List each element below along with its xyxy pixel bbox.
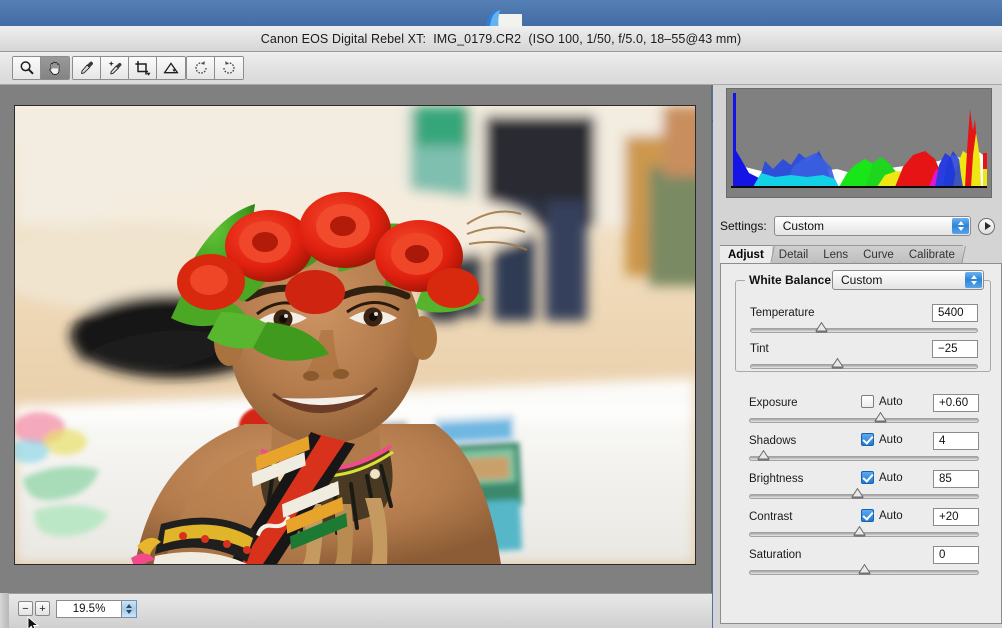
tab-calibrate-label: Calibrate bbox=[908, 248, 955, 261]
contrast-auto-checkbox-item[interactable]: Auto bbox=[861, 509, 903, 522]
apply-settings-button[interactable] bbox=[978, 217, 995, 235]
white-balance-dropdown[interactable]: Custom bbox=[832, 270, 984, 290]
tint-label: Tint bbox=[750, 343, 769, 355]
histogram-plot bbox=[727, 89, 991, 197]
window-titlebar: Canon EOS Digital Rebel XT: IMG_0179.CR2… bbox=[0, 26, 1002, 52]
chevron-updown-icon[interactable] bbox=[952, 218, 970, 234]
temperature-value[interactable]: 5400 bbox=[932, 304, 978, 322]
histogram bbox=[726, 88, 992, 198]
exposure-value[interactable]: +0.60 bbox=[933, 394, 979, 412]
saturation-label: Saturation bbox=[749, 549, 802, 561]
hand-icon bbox=[49, 61, 60, 75]
contrast-auto-label: Auto bbox=[879, 509, 903, 522]
tab-calibrate[interactable]: Calibrate bbox=[900, 245, 963, 263]
exposure-auto-checkbox[interactable] bbox=[861, 395, 874, 408]
tab-adjust-label: Adjust bbox=[728, 248, 764, 261]
tab-lens-label: Lens bbox=[823, 248, 849, 261]
tint-value[interactable]: −25 bbox=[932, 340, 978, 358]
settings-label: Settings: bbox=[720, 219, 767, 233]
exposure-track[interactable] bbox=[749, 418, 979, 423]
settings-dropdown[interactable]: Custom bbox=[773, 216, 972, 236]
chevron-updown-icon[interactable] bbox=[965, 272, 982, 288]
zoom-out-button[interactable]: − bbox=[18, 601, 33, 616]
tool-group-rotate bbox=[186, 56, 244, 80]
tab-curve[interactable]: Curve bbox=[855, 245, 902, 263]
brightness-auto-checkbox-item[interactable]: Auto bbox=[861, 471, 903, 484]
exposure-label: Exposure bbox=[749, 397, 798, 409]
saturation-value[interactable]: 0 bbox=[933, 546, 979, 564]
panel-tabs: Adjust Detail Lens Curve Calibrate bbox=[720, 245, 1002, 264]
white-balance-value: Custom bbox=[841, 273, 883, 287]
contrast-value[interactable]: +20 bbox=[933, 508, 979, 526]
magnifier-icon bbox=[20, 61, 34, 75]
tab-adjust[interactable]: Adjust bbox=[720, 245, 772, 263]
white-balance-tool[interactable] bbox=[101, 57, 129, 79]
shadows-auto-checkbox[interactable] bbox=[861, 433, 874, 446]
contrast-thumb[interactable] bbox=[853, 526, 867, 537]
rotate-right-tool[interactable] bbox=[215, 57, 243, 79]
apply-arrow-icon bbox=[984, 222, 991, 230]
toolbar: Preview Shadows Highlights R: --- G: ---… bbox=[0, 52, 1002, 126]
brightness-value[interactable]: 85 bbox=[933, 470, 979, 488]
tool-group-crop bbox=[128, 56, 186, 80]
camera-raw-window: Canon EOS Digital Rebel XT: IMG_0179.CR2… bbox=[0, 0, 1002, 628]
eyedropper-icon bbox=[80, 61, 93, 74]
shadows-track[interactable] bbox=[749, 456, 979, 461]
shadows-auto-label: Auto bbox=[879, 433, 903, 446]
tint-track[interactable] bbox=[750, 364, 978, 369]
contrast-auto-checkbox[interactable] bbox=[861, 509, 874, 522]
tint-thumb[interactable] bbox=[830, 358, 844, 369]
brightness-label: Brightness bbox=[749, 473, 804, 485]
temperature-label: Temperature bbox=[750, 307, 815, 319]
shadows-value[interactable]: 4 bbox=[933, 432, 979, 450]
zoom-level-value[interactable]: 19.5% bbox=[56, 599, 122, 618]
temperature-thumb[interactable] bbox=[814, 322, 828, 333]
window-top-strip bbox=[0, 0, 1002, 30]
zoom-tool[interactable] bbox=[13, 57, 41, 79]
image-canvas[interactable] bbox=[0, 85, 712, 593]
tool-group-navigation bbox=[12, 56, 70, 80]
white-balance-eyedropper-icon bbox=[108, 61, 121, 75]
shadows-thumb[interactable] bbox=[756, 450, 770, 461]
straighten-tool[interactable] bbox=[157, 57, 185, 79]
white-balance-group: White Balance: Custom Temperature 5400 T… bbox=[735, 270, 991, 372]
settings-row: Settings: Custom bbox=[720, 215, 995, 237]
tab-detail-label: Detail bbox=[778, 248, 809, 261]
shadows-auto-checkbox-item[interactable]: Auto bbox=[861, 433, 903, 446]
saturation-thumb[interactable] bbox=[858, 564, 871, 575]
tool-group-samplers bbox=[72, 56, 130, 80]
canvas-bottom-bar: − + 19.5% bbox=[9, 593, 712, 628]
white-balance-label: White Balance: bbox=[745, 273, 840, 287]
zoom-in-button[interactable]: + bbox=[35, 601, 50, 616]
rotate-counterclockwise-icon bbox=[194, 61, 207, 74]
tab-detail[interactable]: Detail bbox=[770, 245, 817, 263]
hand-tool[interactable] bbox=[41, 57, 69, 79]
temperature-track[interactable] bbox=[750, 328, 978, 333]
color-sampler-tool[interactable] bbox=[73, 57, 101, 79]
contrast-label: Contrast bbox=[749, 511, 793, 523]
tab-lens[interactable]: Lens bbox=[815, 245, 857, 263]
crop-icon bbox=[134, 61, 150, 76]
shadows-label: Shadows bbox=[749, 435, 797, 447]
rotate-left-tool[interactable] bbox=[187, 57, 215, 79]
photo-image bbox=[15, 106, 695, 564]
adjust-panel: White Balance: Custom Temperature 5400 T… bbox=[720, 264, 1002, 624]
tab-curve-label: Curve bbox=[863, 248, 894, 261]
exposure-auto-label: Auto bbox=[879, 395, 903, 408]
brightness-auto-label: Auto bbox=[879, 471, 903, 484]
settings-dropdown-value: Custom bbox=[782, 219, 825, 233]
rotate-clockwise-icon bbox=[223, 61, 235, 74]
exposure-thumb[interactable] bbox=[874, 412, 888, 423]
brightness-thumb[interactable] bbox=[851, 488, 865, 499]
window-title: Canon EOS Digital Rebel XT: IMG_0179.CR2… bbox=[260, 31, 742, 46]
straighten-icon bbox=[163, 62, 179, 74]
photo-preview[interactable] bbox=[14, 105, 696, 565]
exposure-auto-checkbox-item[interactable]: Auto bbox=[861, 395, 903, 408]
settings-panel: Settings: Custom Adjust Detail Lens Curv… bbox=[713, 85, 1002, 628]
mouse-cursor-icon bbox=[27, 616, 40, 628]
crop-tool[interactable] bbox=[129, 57, 157, 79]
zoom-stepper[interactable] bbox=[122, 599, 137, 618]
brightness-auto-checkbox[interactable] bbox=[861, 471, 874, 484]
